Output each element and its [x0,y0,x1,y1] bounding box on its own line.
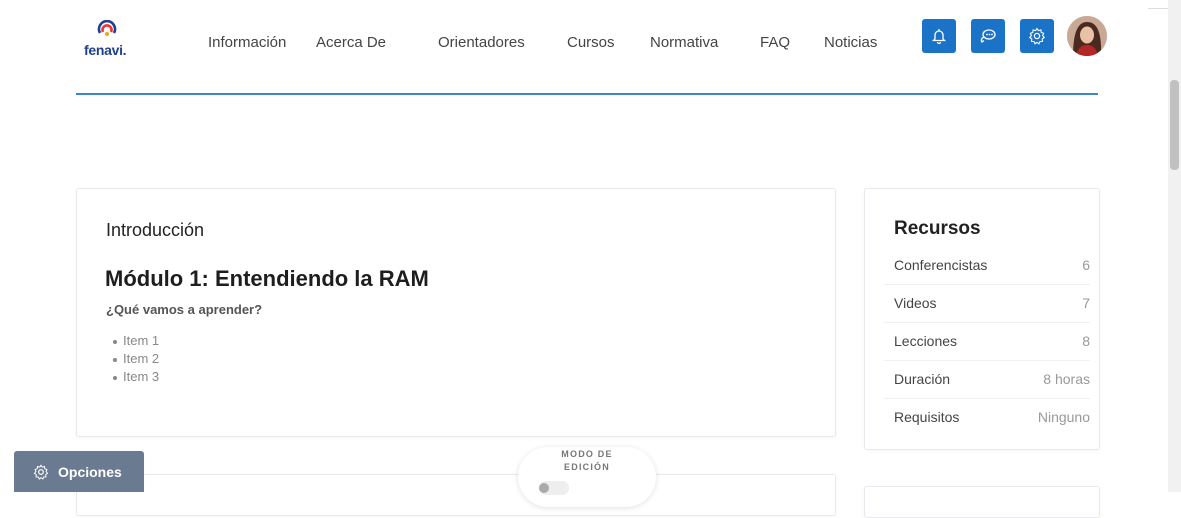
options-button[interactable]: Opciones [14,451,144,492]
list-item: Item 3 [113,368,159,386]
resources-card: Recursos Conferencistas 6 Videos 7 Lecci… [864,188,1100,450]
user-avatar-icon [1067,16,1107,56]
nav-cursos[interactable]: Cursos [567,34,615,51]
edit-mode-toggle[interactable] [539,481,569,495]
page-scrollbar[interactable] [1168,0,1181,492]
chat-button[interactable] [971,19,1005,53]
secondary-side-card [864,486,1100,518]
gear-icon [33,463,49,480]
edit-mode-label: MODO DE EDICIÓN [518,448,656,474]
site-header: fenavi. Información Acerca De Orientador… [0,0,1168,96]
resource-row-requisitos: Requisitos Ninguno [884,399,1090,436]
resource-label: Requisitos [894,409,960,425]
logo-text: fenavi. [84,42,127,58]
notifications-button[interactable] [922,19,956,53]
resource-label: Videos [894,295,937,311]
chat-icon [980,29,996,43]
settings-button[interactable] [1020,19,1054,53]
list-item: Item 2 [113,350,159,368]
learn-label: ¿Qué vamos a aprender? [106,302,263,317]
header-divider [76,93,1098,95]
edit-mode-panel: MODO DE EDICIÓN [518,447,656,507]
nav-faq[interactable]: FAQ [760,34,790,51]
resource-row-lecciones: Lecciones 8 [884,323,1090,361]
resource-value: Ninguno [1037,409,1090,425]
resource-label: Lecciones [894,333,958,349]
resource-label: Duración [894,371,951,387]
options-label: Opciones [58,463,122,480]
nav-informacion[interactable]: Información [208,34,286,51]
resource-row-videos: Videos 7 [884,285,1090,323]
nav-noticias[interactable]: Noticias [824,34,877,51]
resource-value: 8 [1082,333,1090,349]
edit-mode-line2: EDICIÓN [564,462,610,472]
nav-acerca-de[interactable]: Acerca De [316,34,386,51]
nav-orientadores[interactable]: Orientadores [438,34,525,51]
module-title: Módulo 1: Entendiendo la RAM [105,266,429,291]
resources-title: Recursos [894,218,981,239]
fenavi-logo[interactable]: fenavi. [84,20,132,62]
resource-value: 7 [1082,295,1090,311]
section-heading: Introducción [106,220,205,240]
gear-icon [1028,27,1046,45]
nav-normativa[interactable]: Normativa [650,34,718,51]
list-item: Item 1 [113,332,159,350]
resource-value: 6 [1082,257,1090,273]
module-intro-card: Introducción Módulo 1: Entendiendo la RA… [76,188,836,437]
resource-row-conferencistas: Conferencistas 6 [884,247,1090,285]
next-content-card [76,474,836,516]
notification-icon [931,29,947,45]
edit-mode-line1: MODO DE [561,449,613,459]
avatar[interactable] [1067,16,1107,56]
resource-row-duracion: Duración 8 horas [884,361,1090,399]
scrollbar-thumb[interactable] [1170,80,1179,170]
resource-value: 8 horas [1043,371,1090,387]
resource-label: Conferencistas [894,257,988,273]
logo-mark-icon [97,20,117,36]
learning-items-list: Item 1 Item 2 Item 3 [113,332,159,386]
